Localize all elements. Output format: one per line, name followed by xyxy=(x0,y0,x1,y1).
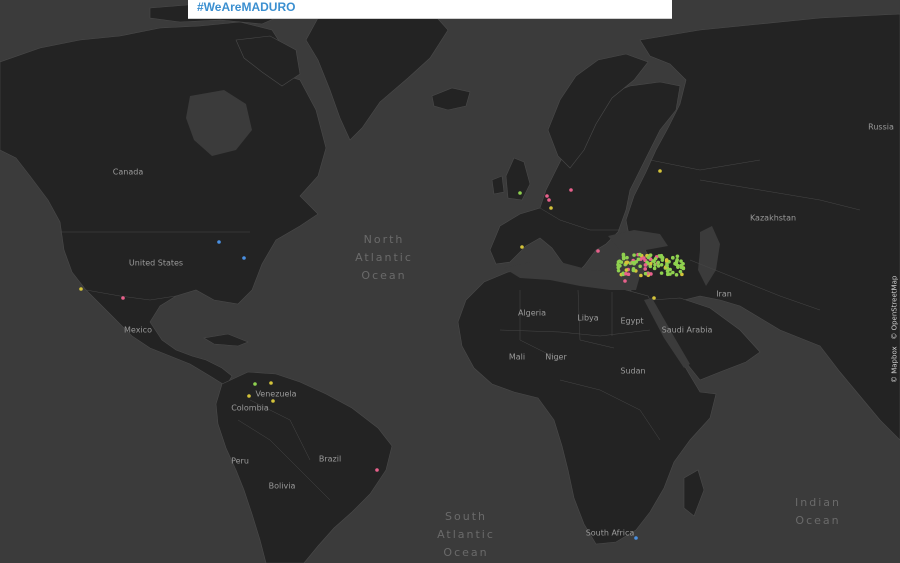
label-libya: Libya xyxy=(577,313,599,323)
tweet-dot[interactable] xyxy=(665,272,670,277)
tweet-dot[interactable] xyxy=(569,188,573,192)
tweet-dot[interactable] xyxy=(658,169,662,173)
world-map[interactable] xyxy=(0,0,900,563)
tweet-dot[interactable] xyxy=(616,265,621,270)
label-bolivia: Bolivia xyxy=(268,481,296,491)
tweet-dot[interactable] xyxy=(375,468,379,472)
tweet-dot[interactable] xyxy=(656,260,661,265)
tweet-dot[interactable] xyxy=(646,255,651,260)
label-egypt: Egypt xyxy=(620,316,644,326)
label-south-africa: South Africa xyxy=(585,528,635,538)
label-venezuela: Venezuela xyxy=(255,389,297,399)
hashtag-header: #WeAreMADURO xyxy=(188,0,672,19)
tweet-dot[interactable] xyxy=(679,265,684,270)
tweet-dot[interactable] xyxy=(253,382,257,386)
tweet-dot[interactable] xyxy=(636,257,641,262)
tweet-dot[interactable] xyxy=(660,255,665,260)
label-north-atlantic-ocean: North Atlantic Ocean xyxy=(355,233,413,282)
label-indian-ocean: Indian Ocean xyxy=(795,496,841,527)
tweet-dot[interactable] xyxy=(668,267,672,272)
tweet-dot[interactable] xyxy=(630,260,635,265)
tweet-dot[interactable] xyxy=(653,256,658,261)
tweet-dot[interactable] xyxy=(79,287,83,291)
tweet-dot[interactable] xyxy=(596,249,600,253)
tweet-dot[interactable] xyxy=(659,271,664,275)
label-saudi-arabia: Saudi Arabia xyxy=(661,325,713,335)
tweet-dot[interactable] xyxy=(665,263,669,268)
label-canada: Canada xyxy=(112,167,144,177)
tweet-dot[interactable] xyxy=(121,296,125,300)
label-iran: Iran xyxy=(716,289,732,299)
label-colombia: Colombia xyxy=(231,403,269,413)
tweet-dot[interactable] xyxy=(242,256,246,260)
tweet-dot[interactable] xyxy=(621,256,626,261)
tweet-dot[interactable] xyxy=(619,260,624,264)
label-sudan: Sudan xyxy=(620,366,646,376)
label-niger: Niger xyxy=(545,352,567,362)
tweet-dot[interactable] xyxy=(676,265,680,269)
tweet-dot[interactable] xyxy=(518,191,522,195)
label-mali: Mali xyxy=(508,352,526,362)
label-brazil: Brazil xyxy=(318,454,342,464)
tweet-dot[interactable] xyxy=(652,296,656,300)
tweet-dot[interactable] xyxy=(247,394,251,398)
label-peru: Peru xyxy=(231,456,249,466)
tweet-dot[interactable] xyxy=(269,381,273,385)
tweet-dot[interactable] xyxy=(674,273,679,277)
label-mexico: Mexico xyxy=(124,325,152,335)
tweet-dot[interactable] xyxy=(634,536,638,540)
tweet-dot[interactable] xyxy=(659,263,664,267)
tweet-dot[interactable] xyxy=(670,256,675,260)
tweet-dot[interactable] xyxy=(545,194,549,198)
tweet-dot[interactable] xyxy=(626,272,631,277)
tweet-dot[interactable] xyxy=(643,271,648,276)
tweet-dot[interactable] xyxy=(652,266,657,271)
tweet-dot[interactable] xyxy=(643,263,648,267)
tweet-dot[interactable] xyxy=(624,268,629,272)
tweet-dot[interactable] xyxy=(656,264,661,268)
tweet-dot[interactable] xyxy=(625,260,630,265)
label-united-states: United States xyxy=(128,258,184,268)
tweet-dot[interactable] xyxy=(623,279,627,283)
tweet-dot[interactable] xyxy=(638,264,642,269)
tweet-dot[interactable] xyxy=(549,206,553,210)
tweet-dot[interactable] xyxy=(638,252,642,257)
label-south-atlantic-ocean: South Atlantic Ocean xyxy=(437,510,495,559)
tweet-dot[interactable] xyxy=(674,259,679,264)
tweet-dot[interactable] xyxy=(679,259,683,263)
label-kazakhstan: Kazakhstan xyxy=(749,213,797,223)
tweet-dot[interactable] xyxy=(675,254,680,259)
tweet-dot[interactable] xyxy=(271,399,275,403)
hashtag-title[interactable]: #WeAreMADURO xyxy=(197,0,295,15)
mapbox-attribution[interactable]: © Mapbox xyxy=(890,346,898,383)
tweet-dot[interactable] xyxy=(631,268,636,273)
tweet-dot[interactable] xyxy=(625,255,629,260)
osm-attribution[interactable]: © OpenStreetMap xyxy=(890,276,898,340)
tweet-dot[interactable] xyxy=(678,269,683,274)
tweet-dot[interactable] xyxy=(643,267,648,271)
tweet-dot[interactable] xyxy=(217,240,221,244)
label-algeria: Algeria xyxy=(517,308,547,318)
tweet-dot[interactable] xyxy=(639,273,643,278)
tweet-dot[interactable] xyxy=(520,245,524,249)
label-russia: Russia xyxy=(868,122,894,132)
map-attribution[interactable]: © Mapbox © OpenStreetMap xyxy=(890,276,898,383)
tweet-dot[interactable] xyxy=(632,253,636,257)
tweet-dot[interactable] xyxy=(547,198,551,202)
